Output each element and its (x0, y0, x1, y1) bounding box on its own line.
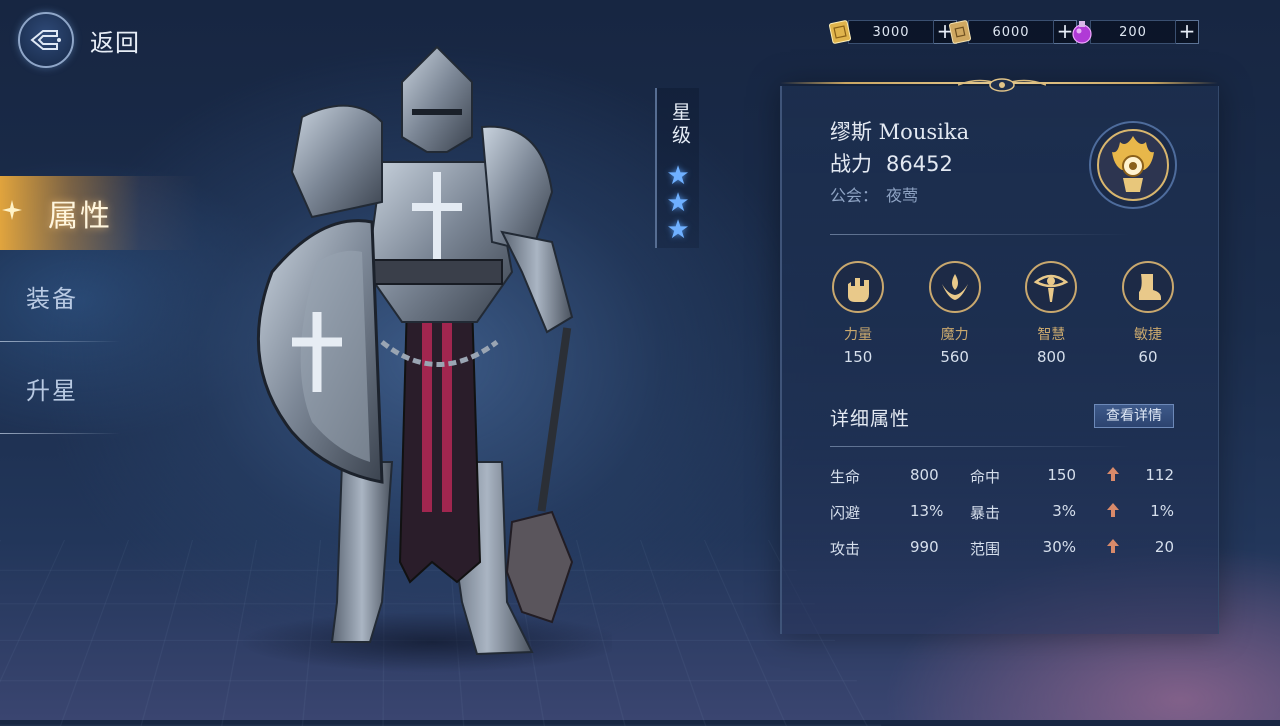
view-details-button[interactable]: 查看详情 (1094, 404, 1174, 428)
nav-tab-label: 属性 (48, 199, 112, 234)
purple-potion-icon (1072, 21, 1092, 44)
back-label: 返回 (90, 28, 140, 57)
detail-stats-table: 生命 800 命中 150 112 闪避 13% 暴击 3% 1% 攻击 990… (830, 466, 1176, 574)
class-emblem-icon[interactable] (1088, 120, 1178, 210)
attribute-strength: 力量 150 (828, 260, 888, 366)
gold-amount: 3000 (848, 20, 934, 44)
attribute-value: 800 (1036, 348, 1066, 366)
stat-bonus: 112 (1145, 466, 1174, 484)
section-divider (830, 234, 1130, 235)
silver-ticket-icon (948, 20, 972, 44)
base-attributes: 力量 150 魔力 560 智慧 800 敏捷 60 (828, 260, 1178, 366)
back-arrow-icon (18, 12, 74, 68)
nav-tab-equipment[interactable]: 装备 (0, 250, 200, 342)
hero-guild: 公会： 夜莺 (830, 182, 918, 206)
detail-section-title: 详细属性 (830, 408, 911, 430)
stat-label: 攻击 (830, 540, 861, 558)
nav-tab-attributes[interactable]: 属性 (0, 176, 200, 250)
stat-value: 150 (1047, 466, 1076, 484)
up-arrow-icon (1106, 502, 1120, 522)
magic-flame-icon (928, 261, 981, 313)
star-icon: ★ (666, 161, 690, 191)
attribute-name: 力量 (844, 327, 872, 343)
gold-ticket-icon (828, 20, 852, 44)
star-rank-title: 星级 (669, 102, 691, 148)
boot-icon (1121, 261, 1174, 313)
back-button[interactable]: 返回 (18, 12, 140, 68)
star-rank-panel: 星级 ★ ★ ★ (655, 88, 699, 248)
attribute-value: 60 (1138, 348, 1158, 366)
stat-value: 3% (1052, 502, 1076, 520)
stat-bonus: 1% (1150, 502, 1174, 520)
attribute-value: 560 (940, 348, 969, 366)
silver-amount: 6000 (968, 20, 1054, 44)
attribute-magic: 魔力 560 (925, 260, 985, 366)
attribute-name: 智慧 (1037, 327, 1066, 343)
up-arrow-icon (1106, 466, 1120, 486)
power-value: 86452 (886, 152, 953, 176)
stat-label: 命中 (970, 468, 1001, 486)
star-icon: ★ (666, 215, 690, 245)
power-label: 战力 (830, 152, 872, 176)
fist-icon (832, 261, 884, 313)
hero-name: 缪斯 Mousika (830, 120, 970, 144)
guild-value: 夜莺 (886, 186, 919, 205)
stat-row: 生命 800 命中 150 112 (830, 466, 1176, 502)
stat-value: 990 (910, 538, 939, 556)
guild-label: 公会： (830, 186, 879, 205)
stat-value: 13% (910, 502, 944, 520)
eye-icon (1025, 261, 1078, 313)
stat-label: 暴击 (970, 504, 1001, 522)
ornament-icon (958, 78, 1046, 92)
stat-value: 30% (1042, 538, 1076, 556)
attribute-value: 150 (843, 348, 873, 366)
attribute-wisdom: 智慧 800 (1021, 260, 1081, 366)
attribute-name: 魔力 (940, 327, 969, 343)
up-arrow-icon (1106, 538, 1120, 558)
stat-label: 范围 (970, 540, 1001, 558)
add-potion-button[interactable]: + (1176, 20, 1199, 44)
stat-label: 闪避 (830, 504, 861, 522)
hero-power: 战力 86452 (830, 148, 953, 178)
potion-amount: 200 (1090, 20, 1176, 44)
currency-gold: 3000 + (826, 18, 957, 46)
stat-row: 攻击 990 范围 30% 20 (830, 538, 1176, 574)
nav-tab-star-upgrade[interactable]: 升星 (0, 342, 200, 434)
nav-tab-label: 升星 (26, 376, 78, 405)
nav-tab-label: 装备 (26, 284, 78, 313)
stat-bonus: 20 (1154, 538, 1174, 556)
stat-row: 闪避 13% 暴击 3% 1% (830, 502, 1176, 538)
section-divider (830, 446, 1130, 447)
side-nav: 属性 装备 升星 (0, 176, 200, 434)
hero-info-panel: 缪斯 Mousika 战力 86452 公会： 夜莺 力量 150 魔力 560… (780, 78, 1219, 634)
star-icon: ★ (666, 188, 690, 218)
currency-potion: 200 + (1068, 18, 1199, 46)
stat-value: 800 (910, 466, 939, 484)
attribute-agility: 敏捷 60 (1118, 260, 1178, 366)
attribute-name: 敏捷 (1133, 327, 1162, 343)
knight-character (242, 45, 612, 672)
currency-silver: 6000 + (946, 18, 1077, 46)
nav-divider (0, 433, 120, 434)
stat-label: 生命 (830, 468, 861, 486)
spark-icon (2, 200, 22, 220)
